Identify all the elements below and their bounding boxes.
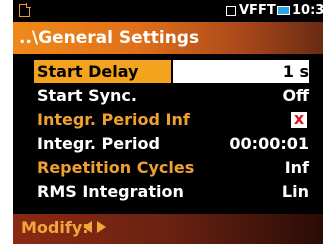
setting-label: Repetition Cycles — [37, 158, 195, 177]
measurement-mode: VFFT — [239, 3, 276, 18]
setting-label: Integr. Period Inf — [37, 110, 190, 129]
checkbox[interactable]: x — [291, 109, 307, 128]
battery-icon — [277, 6, 290, 15]
device-screen: VFFT 10:38 ..\General Settings Start Del… — [13, 0, 323, 244]
setting-row-start-delay[interactable]: Start Delay 1 s — [13, 60, 323, 84]
setting-row-integr-period-inf[interactable]: Integr. Period Inf x — [13, 108, 323, 132]
setting-value[interactable]: Off — [282, 86, 309, 105]
mode-square-icon — [226, 6, 236, 16]
setting-label: Start Sync. — [37, 86, 137, 105]
setting-row-rms-integration[interactable]: RMS Integration Lin — [13, 180, 323, 204]
setting-label: RMS Integration — [37, 182, 184, 201]
arrow-right-icon — [97, 221, 106, 233]
status-bar: VFFT 10:38 — [13, 0, 323, 22]
setting-label: Start Delay — [37, 62, 139, 81]
setting-value[interactable]: Lin — [282, 182, 309, 201]
setting-value[interactable]: Inf — [285, 158, 309, 177]
title-bar: ..\General Settings — [13, 22, 323, 54]
checkbox-mark: x — [293, 109, 305, 128]
setting-row-repetition-cycles[interactable]: Repetition Cycles Inf — [13, 156, 323, 180]
setting-value[interactable]: 00:00:01 — [229, 134, 309, 153]
clock: 10:38 — [292, 3, 323, 18]
page-title: ..\General Settings — [19, 28, 200, 48]
setting-row-integr-period[interactable]: Integr. Period 00:00:01 — [13, 132, 323, 156]
setting-label: Integr. Period — [37, 134, 160, 153]
footer-bar: Modify: — [13, 214, 323, 244]
setting-row-start-sync[interactable]: Start Sync. Off — [13, 84, 323, 108]
setting-value[interactable]: 1 s — [283, 62, 309, 81]
arrow-left-icon — [83, 221, 92, 233]
modify-hint: Modify: — [21, 218, 89, 237]
file-icon — [19, 3, 31, 17]
